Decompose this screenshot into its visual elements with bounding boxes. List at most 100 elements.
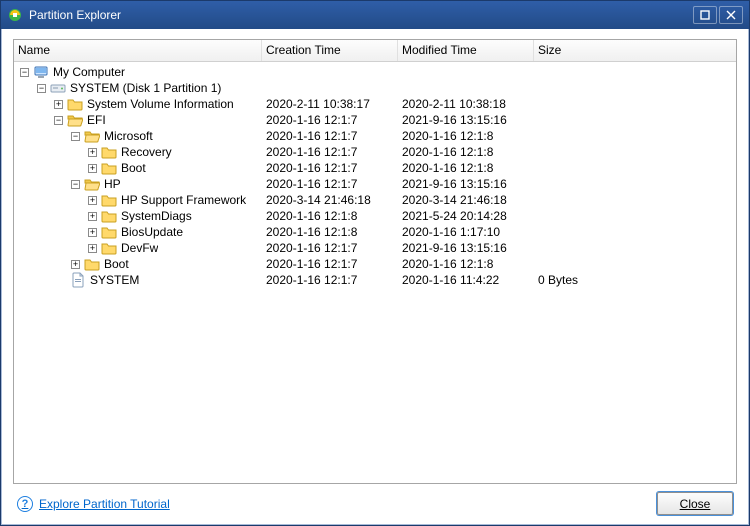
name-cell[interactable]: −My Computer [14,64,262,80]
folder-open-icon [84,176,100,192]
creation-time-cell: 2020-1-16 12:1:7 [262,144,398,160]
tree-row[interactable]: +Recovery2020-1-16 12:1:72020-1-16 12:1:… [14,144,736,160]
expand-icon[interactable]: + [71,260,80,269]
computer-icon [33,64,49,80]
folder-open-icon [84,128,100,144]
tree-row[interactable]: +HP Support Framework2020-3-14 21:46:182… [14,192,736,208]
name-cell[interactable]: + SystemDiags [14,208,262,224]
expand-icon[interactable]: + [88,148,97,157]
name-cell[interactable]: SYSTEM [14,272,262,288]
node-label: Recovery [121,144,172,160]
modified-time-cell: 2020-1-16 1:17:10 [398,224,534,240]
tree-row[interactable]: + System Volume Information 2020-2-11 10:3… [14,96,736,112]
tree-row[interactable]: SYSTEM2020-1-16 12:1:72020-1-16 11:4:220… [14,272,736,288]
name-cell[interactable]: + System Volume Information [14,96,262,112]
col-creation-time[interactable]: Creation Time [262,40,398,61]
collapse-icon[interactable]: − [71,132,80,141]
name-cell[interactable]: +BiosUpdate [14,224,262,240]
creation-time-cell: 2020-1-16 12:1:7 [262,272,398,288]
tree-view[interactable]: −My Computer−SYSTEM (Disk 1 Partition 1)… [14,62,736,483]
close-button[interactable]: Close [657,492,733,515]
maximize-button[interactable] [693,6,717,24]
name-cell[interactable]: +HP Support Framework [14,192,262,208]
tree-row[interactable]: − SYSTEM (Disk 1 Partition 1) [14,80,736,96]
expand-icon[interactable]: + [88,196,97,205]
file-icon [70,272,86,288]
col-modified-time[interactable]: Modified Time [398,40,534,61]
creation-time-cell: 2020-3-14 21:46:18 [262,192,398,208]
close-window-button[interactable] [719,6,743,24]
creation-time-cell: 2020-1-16 12:1:7 [262,176,398,192]
modified-time-cell: 2020-3-14 21:46:18 [398,192,534,208]
tree-row[interactable]: +BiosUpdate2020-1-16 12:1:82020-1-16 1:1… [14,224,736,240]
column-headers[interactable]: Name Creation Time Modified Time Size [14,40,736,62]
tree-row[interactable]: +DevFw2020-1-16 12:1:72021-9-16 13:15:16 [14,240,736,256]
window-title: Partition Explorer [29,8,691,22]
close-button-label: Close [680,497,711,511]
col-size[interactable]: Size [534,40,736,61]
node-label: Boot [104,256,129,272]
modified-time-cell: 2021-9-16 13:15:16 [398,176,534,192]
folder-icon [101,160,117,176]
folder-icon [101,144,117,160]
tree-row[interactable]: −My Computer [14,64,736,80]
size-cell: 0 Bytes [534,272,736,288]
tree-row[interactable]: − HP 2020-1-16 12:1:72021-9-16 13:15:16 [14,176,736,192]
modified-time-cell: 2020-2-11 10:38:18 [398,96,534,112]
creation-time-cell: 2020-1-16 12:1:7 [262,128,398,144]
title-bar[interactable]: Partition Explorer [1,1,749,29]
tree-row[interactable]: − Microsoft 2020-1-16 12:1:72020-1-16 12:1… [14,128,736,144]
modified-time-cell: 2020-1-16 12:1:8 [398,128,534,144]
expand-icon[interactable]: + [88,228,97,237]
node-label: EFI [87,112,106,128]
tree-row[interactable]: +Boot2020-1-16 12:1:72020-1-16 12:1:8 [14,256,736,272]
creation-time-cell: 2020-1-16 12:1:8 [262,208,398,224]
tree-row[interactable]: + SystemDiags 2020-1-16 12:1:82021-5-24 20… [14,208,736,224]
collapse-icon[interactable]: − [54,116,63,125]
name-cell[interactable]: − SYSTEM (Disk 1 Partition 1) [14,80,262,96]
folder-icon [101,192,117,208]
collapse-icon[interactable]: − [37,84,46,93]
expand-icon[interactable]: + [54,100,63,109]
name-cell[interactable]: + Boot [14,256,262,272]
folder-icon [101,208,117,224]
expand-icon[interactable]: + [88,212,97,221]
creation-time-cell: 2020-1-16 12:1:7 [262,240,398,256]
col-name[interactable]: Name [14,40,262,61]
expand-icon[interactable]: + [88,164,97,173]
node-label: DevFw [121,240,158,256]
drive-icon [50,80,66,96]
folder-icon [84,256,100,272]
node-label: SYSTEM (Disk 1 Partition 1) [70,80,221,96]
node-label: Microsoft [104,128,153,144]
name-cell[interactable]: +Boot [14,160,262,176]
footer: ? Explore Partition Tutorial Close [13,484,737,517]
folder-icon [101,224,117,240]
name-cell[interactable]: + Recovery [14,144,262,160]
tree-row[interactable]: +Boot2020-1-16 12:1:72020-1-16 12:1:8 [14,160,736,176]
client-area: Name Creation Time Modified Time Size −M… [1,29,749,525]
creation-time-cell: 2020-1-16 12:1:7 [262,160,398,176]
name-cell[interactable]: − Microsoft [14,128,262,144]
expand-icon[interactable]: + [88,244,97,253]
creation-time-cell: 2020-1-16 12:1:8 [262,224,398,240]
help-link[interactable]: ? Explore Partition Tutorial [17,496,170,512]
help-link-label: Explore Partition Tutorial [39,497,170,511]
node-label: SystemDiags [121,208,192,224]
collapse-icon[interactable]: − [71,180,80,189]
modified-time-cell: 2021-5-24 20:14:28 [398,208,534,224]
creation-time-cell: 2020-2-11 10:38:17 [262,96,398,112]
tree-row[interactable]: −EFI2020-1-16 12:1:72021-9-16 13:15:16 [14,112,736,128]
name-cell[interactable]: + DevFw [14,240,262,256]
folder-open-icon [67,112,83,128]
folder-icon [101,240,117,256]
app-icon [7,7,23,23]
help-icon: ? [17,496,33,512]
creation-time-cell: 2020-1-16 12:1:7 [262,112,398,128]
name-cell[interactable]: − HP [14,176,262,192]
node-label: HP [104,176,121,192]
name-cell[interactable]: − EFI [14,112,262,128]
node-label: System Volume Information [87,96,234,112]
modified-time-cell: 2020-1-16 11:4:22 [398,272,534,288]
collapse-icon[interactable]: − [20,68,29,77]
